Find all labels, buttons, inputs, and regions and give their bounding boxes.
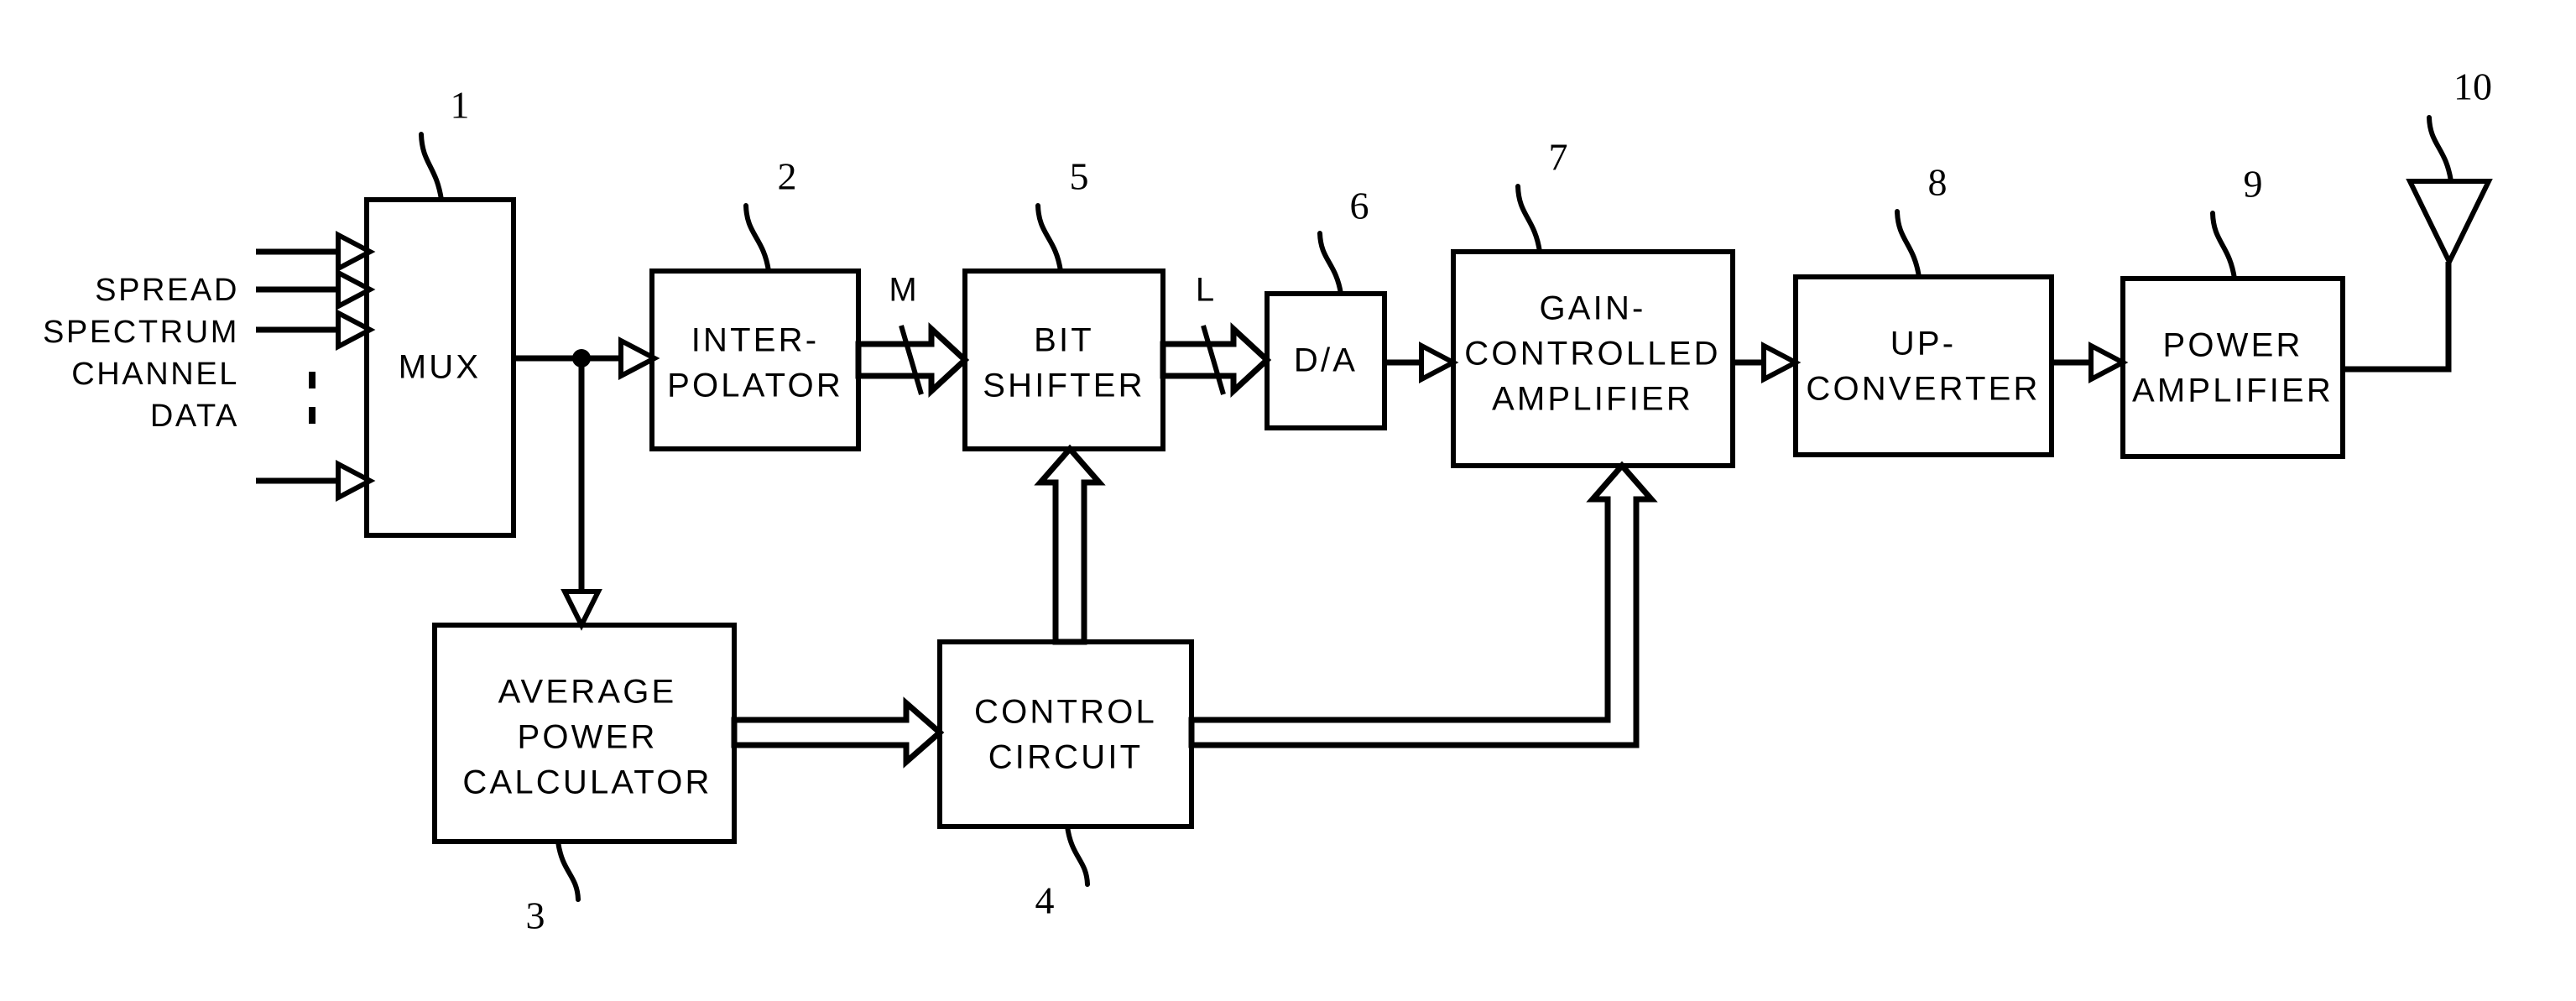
block-average-power-calculator[interactable]: AVERAGE POWER CALCULATOR [432,623,737,844]
block-gca-label-line-3: AMPLIFIER [1492,381,1693,418]
bus-apc-to-control-circuit [731,696,945,769]
wire-da-to-gain-controlled-amplifier [1384,341,1459,383]
ref-leader-antenna: 10 [2427,65,2492,184]
ref-numeral-control-circuit: 4 [1035,879,1055,922]
ref-leader-gain-controlled-amplifier: 7 [1515,136,1568,254]
block-apc-label-line-1: AVERAGE [498,674,677,711]
input-arrow-1 [256,231,376,273]
wire-power-amplifier-to-antenna [2343,262,2452,373]
input-arrow-2 [256,268,376,310]
block-gain-controlled-amplifier[interactable]: GAIN- CONTROLLED AMPLIFIER [1451,249,1735,468]
block-up-converter-label-line-1: UP- [1890,326,1957,362]
ref-leader-average-power-calculator: 3 [526,839,581,937]
input-label-line-2: SPECTRUM [43,315,239,350]
input-label-line-3: CHANNEL [71,357,239,392]
bus-bit-shifter-to-da: L [1160,272,1272,399]
bus-label-m: M [889,272,916,309]
block-bit-shifter[interactable]: BIT SHIFTER [962,268,1165,451]
bus-control-circuit-to-gain-controlled-amplifier [1188,461,1658,748]
ref-leader-power-amplifier: 9 [2210,163,2263,281]
ref-numeral-apc: 3 [526,894,545,937]
ref-numeral-interpolator: 2 [778,155,797,198]
block-da-converter-label: D/A [1294,342,1358,379]
ref-numeral-mux: 1 [451,84,470,127]
ref-leader-mux: 1 [419,84,470,202]
block-diagram: SPREAD SPECTRUM CHANNEL DATA MUX 1 INTER… [43,65,2493,937]
block-control-circuit-label-line-1: CONTROL [974,694,1157,731]
ref-leader-control-circuit: 4 [1035,824,1090,922]
ref-numeral-power-amplifier: 9 [2244,163,2263,206]
input-data-label: SPREAD SPECTRUM CHANNEL DATA [43,273,239,434]
bus-interpolator-to-bit-shifter: M [855,272,970,399]
block-gca-label-line-1: GAIN- [1539,290,1645,327]
block-interpolator[interactable]: INTER- POLATOR [649,268,861,451]
ref-leader-da-converter: 6 [1317,185,1369,296]
wire-mux-to-average-power-calculator [561,358,602,631]
block-power-amplifier-label-line-1: POWER [2162,327,2302,364]
wire-up-converter-to-power-amplifier [2052,341,2129,383]
block-mux[interactable]: MUX [364,197,516,538]
block-power-amplifier-label-line-2: AMPLIFIER [2132,373,2334,409]
ref-numeral-gca: 7 [1549,136,1568,179]
ref-numeral-bit-shifter: 5 [1070,155,1089,198]
ref-leader-bit-shifter: 5 [1035,155,1089,274]
block-apc-label-line-3: CALCULATOR [462,764,712,801]
figure-canvas: SPREAD SPECTRUM CHANNEL DATA MUX 1 INTER… [0,0,2576,1001]
ref-numeral-antenna: 10 [2453,65,2492,108]
wire-gca-to-up-converter [1733,341,1802,383]
block-bit-shifter-label-line-2: SHIFTER [983,368,1145,404]
antenna [2406,179,2493,268]
block-gca-label-line-2: CONTROLLED [1464,336,1720,373]
ref-numeral-up-converter: 8 [1928,161,1948,204]
input-arrows-group [256,231,376,502]
input-label-line-4: DATA [150,399,239,434]
ref-leader-interpolator: 2 [743,155,797,274]
input-label-line-1: SPREAD [95,273,239,308]
block-bit-shifter-label-line-1: BIT [1034,322,1094,359]
input-arrow-4 [256,460,376,502]
block-apc-label-line-2: POWER [517,719,657,756]
block-mux-label: MUX [399,349,482,386]
bus-control-circuit-to-bit-shifter [1034,444,1106,645]
block-interpolator-label-line-2: POLATOR [667,368,843,404]
ref-numeral-da-converter: 6 [1350,185,1369,227]
block-control-circuit[interactable]: CONTROL CIRCUIT [937,639,1194,829]
block-power-amplifier[interactable]: POWER AMPLIFIER [2120,276,2345,459]
block-up-converter-label-line-2: CONVERTER [1806,371,2040,408]
input-arrow-3 [256,309,376,351]
block-interpolator-label-line-1: INTER- [691,322,820,359]
block-up-converter[interactable]: UP- CONVERTER [1793,274,2054,457]
block-da-converter[interactable]: D/A [1265,291,1387,430]
bus-label-l: L [1196,272,1214,309]
ref-leader-up-converter: 8 [1895,161,1948,279]
block-control-circuit-label-line-2: CIRCUIT [988,739,1144,776]
